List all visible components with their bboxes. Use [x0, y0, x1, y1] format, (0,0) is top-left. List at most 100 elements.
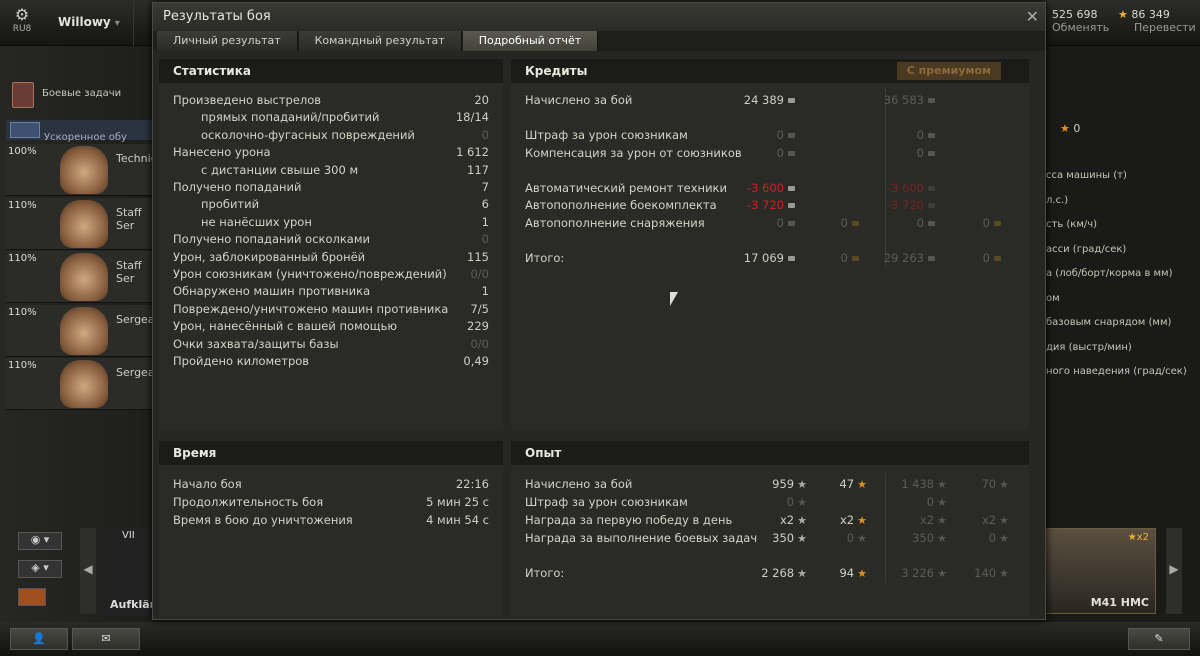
free-xp-star-icon: ★ — [999, 478, 1009, 491]
credit-value: 0 — [917, 128, 935, 142]
stat-value: 0/0 — [470, 267, 489, 281]
exp-value: 3 226 ★ — [901, 566, 947, 580]
stat-value: 1 — [481, 284, 489, 299]
crew-member-card[interactable]: 110% Staff Ser — [6, 251, 152, 303]
credits-icon — [928, 203, 935, 208]
stat-value: 0/0 — [470, 336, 489, 351]
credit-amount: -3 600 — [886, 181, 924, 195]
free-xp-star-icon: ★ — [857, 567, 867, 580]
credit-amount: -3 720 — [886, 198, 924, 212]
stat-value: 7 — [481, 180, 489, 194]
exp-value: 1 438 ★ — [901, 477, 947, 491]
accelerated-training-bar[interactable]: Ускоренное обу — [6, 120, 152, 143]
exp-value: 350 ★ — [912, 531, 947, 545]
server-menu[interactable]: ⚙ RU8 — [8, 6, 36, 35]
stat-value: 117 — [467, 162, 489, 177]
vehicle-param-label: базовым снарядом (мм) — [1046, 317, 1172, 328]
battle-tasks-button[interactable]: Боевые задачи — [0, 80, 152, 112]
credit-label: Итого: — [525, 251, 565, 265]
account-menu[interactable]: Willowy ▾ — [48, 0, 134, 46]
tank-name-right: M41 HMC — [1090, 596, 1149, 609]
gold-balance[interactable]: ★ 86 349 Перевести — [1118, 8, 1196, 34]
exp-amount: 140 — [974, 566, 997, 580]
gold-icon — [994, 256, 1001, 261]
exp-amount: 94 — [839, 566, 855, 580]
free-xp-star-icon: ★ — [999, 514, 1009, 527]
crew-portrait — [60, 306, 108, 355]
silver-balance[interactable]: 525 698 Обменять — [1052, 8, 1109, 34]
notifications-button[interactable]: ✎ — [1128, 628, 1190, 650]
silver-value: 525 698 — [1052, 8, 1098, 21]
exp-label: Штраф за урон союзникам — [525, 495, 688, 509]
exp-amount: 0 — [988, 531, 997, 545]
exp-amount: 0 — [786, 495, 795, 509]
gold-icon — [852, 256, 859, 261]
vehicle-param-label: а (лоб/борт/корма в мм) — [1046, 268, 1173, 279]
free-xp-star-icon: ★ — [857, 478, 867, 491]
exchange-link[interactable]: Обменять — [1052, 21, 1109, 34]
chat-button[interactable]: ✉ — [72, 628, 140, 650]
tab-1[interactable]: Командный результат — [298, 31, 462, 51]
carousel-left-arrow[interactable]: ◀ — [80, 528, 96, 614]
crew-portrait — [60, 199, 108, 248]
time-label: Начало боя — [173, 477, 242, 491]
credit-value: 0 — [983, 216, 1001, 230]
exp-label: Награда за выполнение боевых задач — [525, 531, 758, 545]
gold-icon — [994, 221, 1001, 226]
tank-card-right[interactable]: ★x2 M41 HMC — [1042, 528, 1156, 614]
stat-label: Повреждено/уничтожено машин противника — [173, 301, 449, 316]
transfer-link[interactable]: Перевести — [1118, 21, 1196, 34]
crew-member-card[interactable]: 100% Technica — [6, 144, 163, 196]
crew-toggle-icon[interactable] — [10, 122, 40, 138]
xp-star-icon: ★ — [937, 514, 947, 527]
carousel-right-arrow[interactable]: ▶ — [1166, 528, 1182, 614]
stat-value: 1 612 — [456, 145, 489, 160]
exp-value: 959 ★ — [772, 477, 807, 491]
tabs-bar: Личный результат Командный результат Подро… — [153, 31, 1045, 51]
experience-panel: Опыт Начислено за бой 959 ★ 47 ★ 1 438 ★ 70 ★ Штр… — [511, 441, 1029, 617]
tab-0[interactable]: Личный результат — [157, 31, 298, 51]
globe-filter-button[interactable]: ◉ ▾ — [18, 532, 62, 550]
stat-value: 18/14 — [455, 110, 489, 125]
window-title-bar: Результаты боя — [153, 3, 1045, 31]
exp-value: 70 ★ — [981, 477, 1009, 491]
credits-icon — [928, 151, 935, 156]
crew-training-percent: 110% — [8, 360, 37, 371]
vehicle-param-label: асси (град/сек) — [1046, 243, 1127, 255]
vehicle-param-label: ом — [1046, 292, 1060, 304]
xp-star-icon: ★ — [937, 567, 947, 580]
stat-value: 229 — [467, 319, 489, 334]
crew-member-card[interactable]: 110% Staff Ser — [6, 197, 152, 250]
gold-icon — [852, 221, 859, 226]
stat-label: Урон союзникам (уничтожено/повреждений) — [173, 267, 447, 281]
stat-value: 6 — [481, 197, 489, 212]
gun-filter-button[interactable] — [18, 588, 46, 606]
exp-label: Награда за первую победу в день — [525, 513, 733, 527]
close-icon[interactable]: ✕ — [1026, 7, 1039, 26]
tab-2[interactable]: Подробный отчёт — [462, 31, 599, 51]
exp-amount: 350 — [912, 531, 935, 545]
exp-amount: 1 438 — [901, 477, 935, 491]
exp-label: Начислено за бой — [525, 477, 633, 491]
accel-label: Ускоренное обу — [44, 132, 127, 143]
time-value: 5 мин 25 с — [426, 495, 489, 509]
xp-multiplier-badge: ★x2 — [1127, 532, 1149, 543]
credits-icon — [928, 256, 935, 261]
tasks-label: Боевые задачи — [42, 88, 122, 99]
stat-value: 0,49 — [463, 354, 489, 368]
type-filter-button[interactable]: ◈ ▾ — [18, 560, 62, 578]
credit-value: 0 — [777, 216, 795, 230]
exp-value: x2 ★ — [840, 513, 867, 527]
stat-value: 7/5 — [470, 301, 489, 316]
exp-amount: x2 — [840, 513, 855, 527]
contacts-button[interactable]: 👤 — [10, 628, 68, 650]
credits-icon — [928, 133, 935, 138]
crew-member-card[interactable]: 110% Sergean — [6, 304, 162, 357]
stat-label: Очки захвата/защиты базы — [173, 336, 339, 351]
vehicle-param-label: л.с.) — [1046, 194, 1069, 206]
crew-member-card[interactable]: 110% Sergean — [6, 358, 162, 410]
credit-label: Автоматический ремонт техники — [525, 181, 727, 195]
window-title: Результаты боя — [163, 9, 271, 24]
crew-rank: Staff Ser — [116, 205, 142, 232]
xp-star-icon: ★ — [937, 478, 947, 491]
